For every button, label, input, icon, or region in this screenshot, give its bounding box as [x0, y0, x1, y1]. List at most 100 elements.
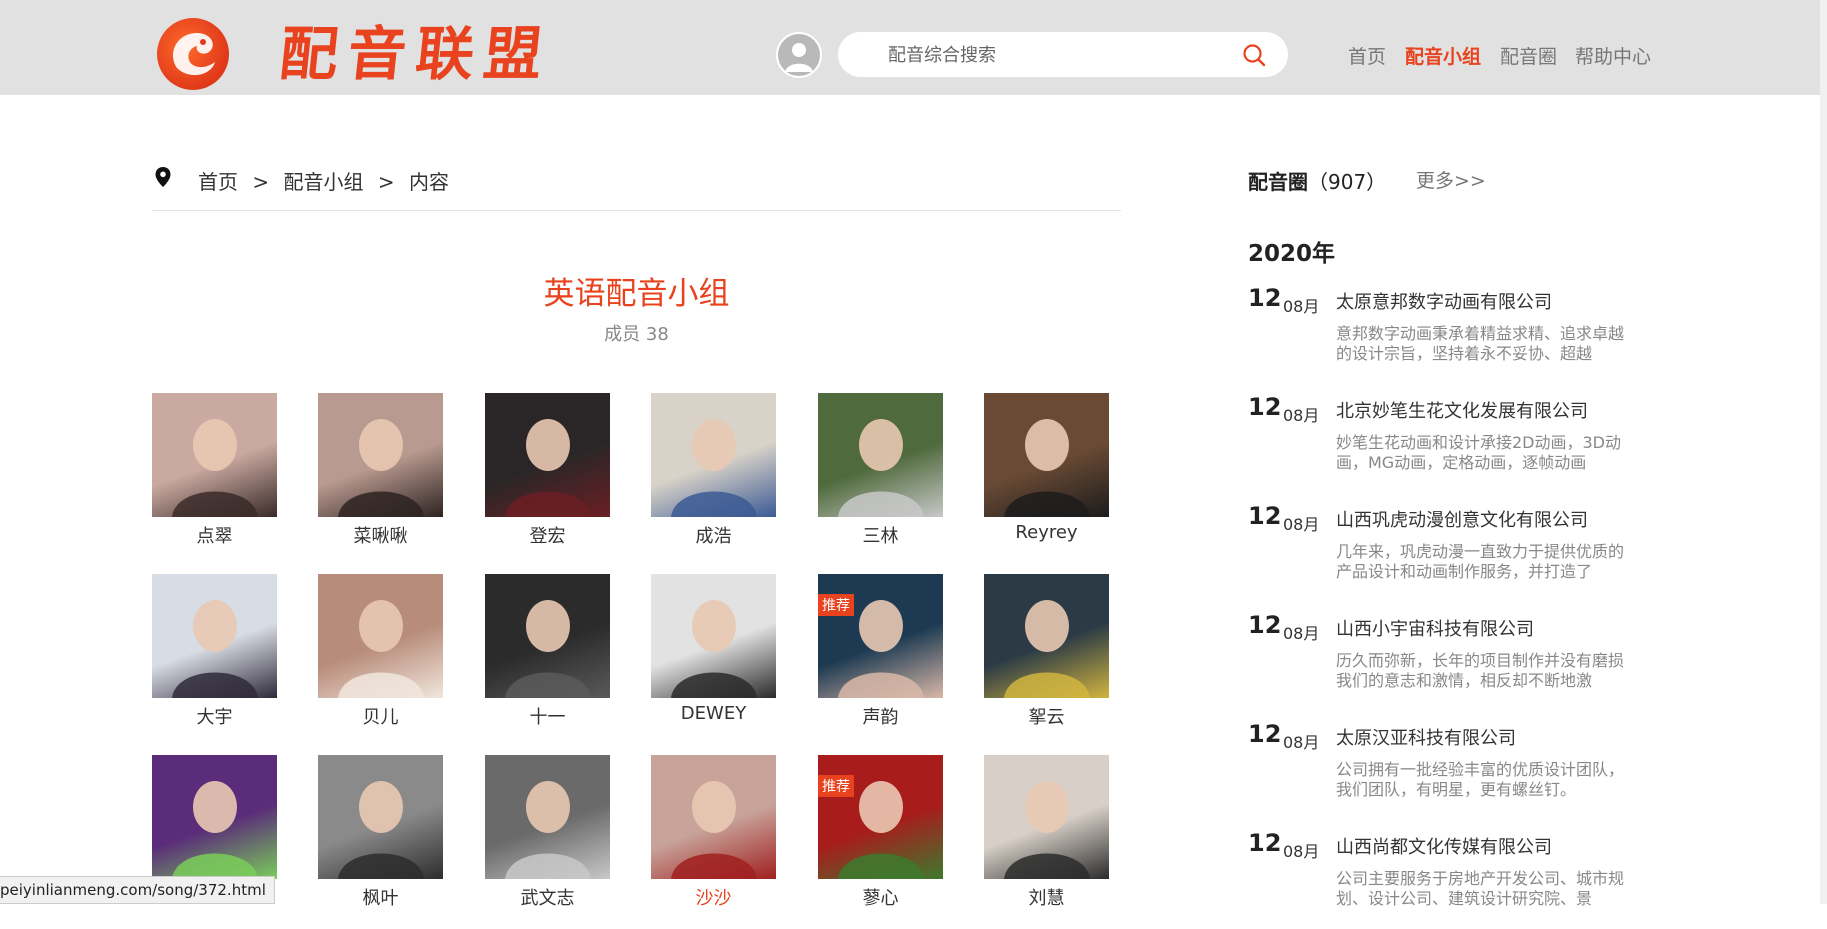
- breadcrumb-separator: >: [252, 170, 270, 194]
- member-card[interactable]: 点翠: [152, 393, 277, 548]
- member-card[interactable]: 登宏: [485, 393, 610, 548]
- member-name[interactable]: 武文志: [485, 884, 610, 910]
- member-photo[interactable]: [152, 574, 277, 698]
- member-name[interactable]: 蓼心: [818, 884, 943, 910]
- breadcrumb-current: 内容: [408, 170, 449, 194]
- member-photo[interactable]: [485, 393, 610, 517]
- sidebar-count: （907）: [1308, 170, 1387, 194]
- member-card[interactable]: Reyrey: [984, 393, 1109, 543]
- search-input[interactable]: [886, 42, 1230, 68]
- member-photo[interactable]: [984, 574, 1109, 698]
- member-card[interactable]: 三林: [818, 393, 943, 548]
- member-photo[interactable]: 推荐: [818, 755, 943, 879]
- member-name[interactable]: 刘慧: [984, 884, 1109, 910]
- member-photo[interactable]: [984, 393, 1109, 517]
- member-card[interactable]: 刘慧: [984, 755, 1109, 910]
- status-bar-url: peiyinlianmeng.com/song/372.html: [0, 876, 275, 904]
- member-card[interactable]: 武文志: [485, 755, 610, 910]
- member-card[interactable]: [152, 755, 277, 884]
- nav-dubbing-groups[interactable]: 配音小组: [1405, 42, 1481, 69]
- nav-help-center[interactable]: 帮助中心: [1575, 42, 1651, 69]
- news-company[interactable]: 山西小宇宙科技有限公司: [1336, 615, 1534, 641]
- member-photo[interactable]: [651, 393, 776, 517]
- member-name[interactable]: Reyrey: [984, 522, 1109, 543]
- member-name[interactable]: 点翠: [152, 522, 277, 548]
- breadcrumb-groups[interactable]: 配音小组: [283, 170, 363, 194]
- news-item[interactable]: 12 08月 太原汉亚科技有限公司 公司拥有一批经验丰富的优质设计团队，我们团队，有明…: [1248, 720, 1638, 820]
- member-name[interactable]: 贝儿: [318, 703, 443, 729]
- news-company[interactable]: 山西巩虎动漫创意文化有限公司: [1336, 506, 1588, 532]
- member-photo[interactable]: 推荐: [818, 574, 943, 698]
- member-name[interactable]: 成浩: [651, 522, 776, 548]
- scrollbar[interactable]: [1820, 0, 1827, 904]
- news-item[interactable]: 12 08月 山西巩虎动漫创意文化有限公司几年来，巩虎动漫一直致力于提供优质的产品设…: [1248, 502, 1638, 602]
- news-month: 08月: [1283, 515, 1320, 534]
- search-icon[interactable]: [1242, 43, 1266, 71]
- member-photo[interactable]: [152, 393, 277, 517]
- news-day: 12: [1248, 284, 1282, 312]
- member-card[interactable]: 十一: [485, 574, 610, 729]
- news-description: 意邦数字动画秉承着精益求精、追求卓越的设计宗旨，坚持着永不妥协、超越: [1336, 324, 1625, 363]
- member-photo[interactable]: [318, 393, 443, 517]
- member-card[interactable]: 大宇: [152, 574, 277, 729]
- year-heading: 2020年: [1248, 241, 1336, 267]
- news-day: 12: [1248, 829, 1282, 857]
- news-item[interactable]: 12 08月 山西小宇宙科技有限公司 历久而弥新，长年的项目制作并没有磨损我们的意志和…: [1248, 611, 1638, 711]
- news-day: 12: [1248, 611, 1282, 639]
- member-photo[interactable]: [318, 574, 443, 698]
- member-photo[interactable]: [485, 755, 610, 879]
- member-card[interactable]: 挐云: [984, 574, 1109, 729]
- member-card[interactable]: DEWEY: [651, 574, 776, 724]
- recommend-badge: 推荐: [818, 594, 854, 616]
- breadcrumb-home[interactable]: 首页: [198, 170, 238, 194]
- member-count: 成员 38: [604, 324, 669, 345]
- member-card[interactable]: 贝儿: [318, 574, 443, 729]
- news-item[interactable]: 12 08月 山西尚都文化传媒有限公司 公司主要服务于房地产开发公司、城市规划、设计公…: [1248, 829, 1638, 929]
- news-company[interactable]: 北京妙笔生花文化发展有限公司: [1336, 397, 1588, 423]
- member-card[interactable]: 菜啾啾: [318, 393, 443, 548]
- news-day: 12: [1248, 502, 1282, 530]
- news-company[interactable]: 太原意邦数字动画有限公司: [1336, 288, 1552, 314]
- news-company[interactable]: 太原汉亚科技有限公司: [1336, 724, 1516, 750]
- news-description: 几年来，巩虎动漫一直致力于提供优质的产品设计和动画制作服务，并打造了: [1336, 542, 1625, 581]
- member-name[interactable]: 菜啾啾: [318, 522, 443, 548]
- news-day: 12: [1248, 393, 1282, 421]
- top-header: 配音联盟 首页 配音小组 配音圈 帮助中心: [0, 0, 1827, 95]
- nav-dubbing-circle[interactable]: 配音圈: [1500, 42, 1557, 69]
- member-photo[interactable]: [651, 755, 776, 879]
- news-description: 公司拥有一批经验丰富的优质设计团队，我们团队，有明星，更有螺丝钉。: [1336, 760, 1625, 799]
- nav-home[interactable]: 首页: [1348, 42, 1386, 69]
- member-name[interactable]: DEWEY: [651, 703, 776, 724]
- logo-icon[interactable]: [157, 18, 229, 90]
- member-photo[interactable]: [318, 755, 443, 879]
- news-item[interactable]: 12 08月 北京妙笔生花文化发展有限公司妙笔生花动画和设计承接2D动画，3D动画，…: [1248, 393, 1638, 493]
- news-month: 08月: [1283, 406, 1320, 425]
- member-card[interactable]: 枫叶: [318, 755, 443, 910]
- member-photo[interactable]: [651, 574, 776, 698]
- member-photo[interactable]: [984, 755, 1109, 879]
- news-description: 妙笔生花动画和设计承接2D动画，3D动画，MG动画，定格动画，逐帧动画: [1336, 433, 1622, 472]
- member-name[interactable]: 十一: [485, 703, 610, 729]
- member-photo[interactable]: [485, 574, 610, 698]
- member-name[interactable]: 沙沙: [651, 884, 776, 910]
- member-card[interactable]: 沙沙: [651, 755, 776, 910]
- recommend-badge: 推荐: [818, 775, 854, 797]
- news-company[interactable]: 山西尚都文化传媒有限公司: [1336, 833, 1552, 859]
- member-card[interactable]: 推荐 声韵: [818, 574, 943, 729]
- more-link[interactable]: 更多>>: [1416, 166, 1486, 193]
- member-photo[interactable]: [152, 755, 277, 879]
- user-avatar-icon[interactable]: [776, 32, 822, 78]
- member-name[interactable]: 挐云: [984, 703, 1109, 729]
- member-name[interactable]: 大宇: [152, 703, 277, 729]
- news-item[interactable]: 12 08月 太原意邦数字动画有限公司 意邦数字动画秉承着精益求精、追求卓越的设计宗旨…: [1248, 284, 1638, 384]
- member-photo[interactable]: [818, 393, 943, 517]
- member-card[interactable]: 推荐 蓼心: [818, 755, 943, 910]
- search-box: [838, 32, 1288, 77]
- member-name[interactable]: 三林: [818, 522, 943, 548]
- member-card[interactable]: 成浩: [651, 393, 776, 548]
- member-name[interactable]: 登宏: [485, 522, 610, 548]
- news-description: 历久而弥新，长年的项目制作并没有磨损我们的意志和激情，相反却不断地激: [1336, 651, 1625, 690]
- member-name[interactable]: 声韵: [818, 703, 943, 729]
- member-name[interactable]: 枫叶: [318, 884, 443, 910]
- logo-text[interactable]: 配音联盟: [276, 18, 556, 90]
